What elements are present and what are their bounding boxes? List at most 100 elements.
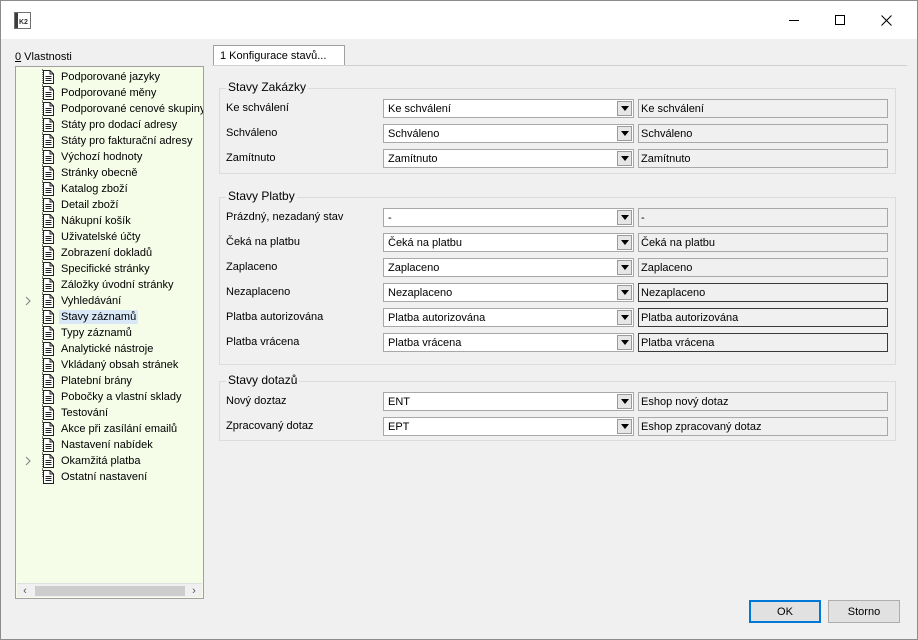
status-select[interactable]: Ke schválení xyxy=(383,99,634,118)
status-select-value: Ke schválení xyxy=(388,103,451,115)
minimize-button[interactable] xyxy=(771,1,817,39)
dropdown-button[interactable] xyxy=(617,260,632,275)
tree-item[interactable]: Katalog zboží xyxy=(16,181,203,197)
tree-item[interactable]: Nákupní košík xyxy=(16,213,203,229)
tree-item[interactable]: Výchozí hodnoty xyxy=(16,149,203,165)
close-button[interactable] xyxy=(863,1,909,39)
app-icon: K2 xyxy=(14,12,31,29)
tree-item[interactable]: Státy pro fakturační adresy xyxy=(16,133,203,149)
dropdown-button[interactable] xyxy=(617,419,632,434)
tree-item-label: Vkládaný obsah stránek xyxy=(61,359,179,371)
tree-item[interactable]: Podporované cenové skupiny xyxy=(16,101,203,117)
tree-item[interactable]: Stavy záznamů xyxy=(16,309,203,325)
status-select-value: Nezaplaceno xyxy=(388,287,453,299)
status-row: Schváleno Schváleno Schváleno xyxy=(220,124,895,144)
tree-item[interactable]: Podporované měny xyxy=(16,85,203,101)
scrollbar-thumb[interactable] xyxy=(35,586,185,596)
tree-item[interactable]: Ostatní nastavení xyxy=(16,469,203,485)
chevron-down-icon xyxy=(621,265,629,270)
dropdown-button[interactable] xyxy=(617,310,632,325)
tree-item[interactable]: Vkládaný obsah stránek xyxy=(16,357,203,373)
status-name-field[interactable]: Eshop zpracovaný dotaz xyxy=(638,417,888,436)
ok-button[interactable]: OK xyxy=(749,600,821,623)
status-row: Ke schválení Ke schválení Ke schválení xyxy=(220,99,895,119)
tree-item-label: Záložky úvodní stránky xyxy=(61,279,174,291)
tree-item[interactable]: Uživatelské účty xyxy=(16,229,203,245)
dropdown-button[interactable] xyxy=(617,101,632,116)
status-name-field[interactable]: Zamítnuto xyxy=(638,149,888,168)
status-name-field[interactable]: Eshop nový dotaz xyxy=(638,392,888,411)
status-label: Čeká na platbu xyxy=(226,236,300,248)
status-name-value: Eshop zpracovaný dotaz xyxy=(641,421,762,433)
status-label: Nový doztaz xyxy=(226,395,287,407)
tree-item[interactable]: Detail zboží xyxy=(16,197,203,213)
status-select[interactable]: Zaplaceno xyxy=(383,258,634,277)
close-icon xyxy=(880,14,892,26)
dropdown-button[interactable] xyxy=(617,285,632,300)
tree-item-label: Vyhledávání xyxy=(61,295,122,307)
dropdown-button[interactable] xyxy=(617,151,632,166)
status-name-field[interactable]: Platba vrácena xyxy=(638,333,888,352)
status-select[interactable]: Platba autorizována xyxy=(383,308,634,327)
status-select-value: - xyxy=(388,212,392,224)
document-icon xyxy=(43,390,54,404)
tree-item[interactable]: Akce při zasílání emailů xyxy=(16,421,203,437)
status-name-field[interactable]: Ke schválení xyxy=(638,99,888,118)
status-select[interactable]: EPT xyxy=(383,417,634,436)
status-label: Zamítnuto xyxy=(226,152,276,164)
chevron-down-icon xyxy=(621,290,629,295)
status-select[interactable]: Nezaplaceno xyxy=(383,283,634,302)
chevron-right-icon[interactable] xyxy=(23,456,33,466)
document-icon xyxy=(43,326,54,340)
tree-item[interactable]: Stránky obecně xyxy=(16,165,203,181)
cancel-button[interactable]: Storno xyxy=(828,600,900,623)
status-select[interactable]: Čeká na platbu xyxy=(383,233,634,252)
tree-item[interactable]: Vyhledávání xyxy=(16,293,203,309)
tree-item[interactable]: Státy pro dodací adresy xyxy=(16,117,203,133)
chevron-down-icon xyxy=(621,215,629,220)
scroll-right-icon[interactable]: › xyxy=(188,585,200,597)
status-select[interactable]: ENT xyxy=(383,392,634,411)
tree-item[interactable]: Platební brány xyxy=(16,373,203,389)
document-icon xyxy=(43,182,54,196)
status-name-field[interactable]: Čeká na platbu xyxy=(638,233,888,252)
tree-item[interactable]: Testování xyxy=(16,405,203,421)
document-icon xyxy=(43,70,54,84)
status-select[interactable]: Platba vrácena xyxy=(383,333,634,352)
maximize-button[interactable] xyxy=(817,1,863,39)
status-select[interactable]: Schváleno xyxy=(383,124,634,143)
status-row: Nezaplaceno Nezaplaceno Nezaplaceno xyxy=(220,283,895,303)
tree-item[interactable]: Pobočky a vlastní sklady xyxy=(16,389,203,405)
status-label: Schváleno xyxy=(226,127,278,139)
status-name-field[interactable]: - xyxy=(638,208,888,227)
tree-item[interactable]: Zobrazení dokladů xyxy=(16,245,203,261)
dropdown-button[interactable] xyxy=(617,394,632,409)
status-name-field[interactable]: Zaplaceno xyxy=(638,258,888,277)
tree-item[interactable]: Okamžitá platba xyxy=(16,453,203,469)
status-label: Zpracovaný dotaz xyxy=(226,420,314,432)
tree-item[interactable]: Analytické nástroje xyxy=(16,341,203,357)
properties-tree[interactable]: ‹ › Podporované jazyky Podporované měny Po… xyxy=(15,66,204,599)
status-name-field[interactable]: Platba autorizována xyxy=(638,308,888,327)
status-select[interactable]: - xyxy=(383,208,634,227)
chevron-right-icon[interactable] xyxy=(23,296,33,306)
horizontal-scrollbar[interactable]: ‹ › xyxy=(17,583,202,597)
tree-item[interactable]: Specifické stránky xyxy=(16,261,203,277)
dropdown-button[interactable] xyxy=(617,235,632,250)
tree-item-label: Nastavení nabídek xyxy=(61,439,153,451)
status-select[interactable]: Zamítnuto xyxy=(383,149,634,168)
status-name-field[interactable]: Nezaplaceno xyxy=(638,283,888,302)
chevron-down-icon xyxy=(621,156,629,161)
tree-item[interactable]: Záložky úvodní stránky xyxy=(16,277,203,293)
tree-item[interactable]: Typy záznamů xyxy=(16,325,203,341)
document-icon xyxy=(43,310,54,324)
tab-konfigurace-stavu[interactable]: 1 Konfigurace stavů... xyxy=(213,45,345,66)
tree-item[interactable]: Podporované jazyky xyxy=(16,69,203,85)
scroll-left-icon[interactable]: ‹ xyxy=(19,585,31,597)
tree-item[interactable]: Nastavení nabídek xyxy=(16,437,203,453)
dropdown-button[interactable] xyxy=(617,210,632,225)
status-name-field[interactable]: Schváleno xyxy=(638,124,888,143)
dropdown-button[interactable] xyxy=(617,335,632,350)
status-select-value: ENT xyxy=(388,396,410,408)
dropdown-button[interactable] xyxy=(617,126,632,141)
